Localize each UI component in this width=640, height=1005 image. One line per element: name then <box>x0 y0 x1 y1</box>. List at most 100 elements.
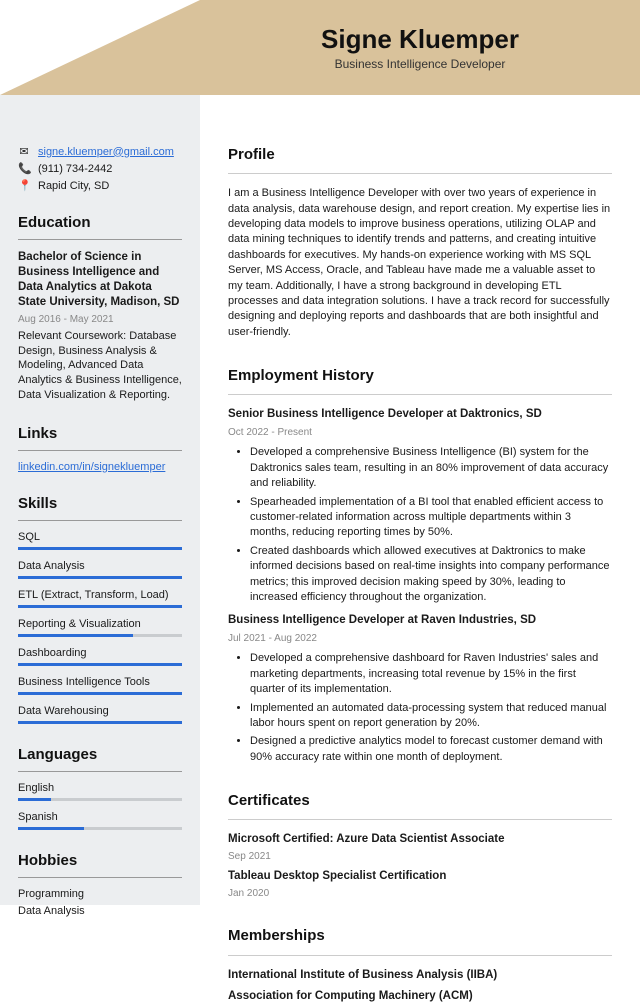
header-triangle <box>0 0 200 95</box>
divider <box>18 239 182 240</box>
phone-text: (911) 734-2442 <box>38 163 112 175</box>
certificates-section: Certificates Microsoft Certified: Azure … <box>228 791 612 900</box>
skills-list: SQL Data Analysis ETL (Extract, Transform,… <box>18 531 182 724</box>
skill-row: Data Analysis <box>18 560 182 579</box>
links-heading: Links <box>18 425 182 442</box>
skill-bar <box>18 547 182 550</box>
memberships-heading: Memberships <box>228 926 612 946</box>
job-bullet: Created dashboards which allowed executi… <box>250 544 612 606</box>
skill-fill <box>18 721 182 724</box>
skill-name: Reporting & Visualization <box>18 618 182 630</box>
job-dates: Jul 2021 - Aug 2022 <box>228 632 612 646</box>
membership-item: International Institute of Business Anal… <box>228 968 612 984</box>
hobby-item: Data Analysis <box>18 905 182 917</box>
skill-fill <box>18 827 84 830</box>
skill-fill <box>18 634 133 637</box>
divider <box>228 394 612 395</box>
skill-row: Dashboarding <box>18 647 182 666</box>
skill-bar <box>18 663 182 666</box>
sidebar: ✉ signe.kluemper@gmail.com 📞 (911) 734-2… <box>0 0 200 905</box>
skill-fill <box>18 576 182 579</box>
job-title: Senior Business Intelligence Developer a… <box>228 407 612 423</box>
job-bullet: Implemented an automated data-processing… <box>250 701 612 732</box>
skill-bar <box>18 605 182 608</box>
location-text: Rapid City, SD <box>38 180 109 192</box>
education-title: Bachelor of Science in Business Intellig… <box>18 250 182 310</box>
education-dates: Aug 2016 - May 2021 <box>18 314 182 325</box>
header: Signe Kluemper Business Intelligence Dev… <box>200 0 640 95</box>
skill-name: ETL (Extract, Transform, Load) <box>18 589 182 601</box>
links-list: linkedin.com/in/signekluemper <box>18 461 182 473</box>
members-list: International Institute of Business Anal… <box>228 968 612 1005</box>
job-bullet: Developed a comprehensive dashboard for … <box>250 651 612 697</box>
cert-title: Tableau Desktop Specialist Certification <box>228 869 612 885</box>
cert-date: Jan 2020 <box>228 887 612 901</box>
person-subtitle: Business Intelligence Developer <box>335 57 506 71</box>
languages-heading: Languages <box>18 746 182 763</box>
skill-fill <box>18 663 182 666</box>
skill-bar <box>18 634 182 637</box>
certificates-heading: Certificates <box>228 791 612 811</box>
profile-text: I am a Business Intelligence Developer w… <box>228 186 612 340</box>
divider <box>18 520 182 521</box>
skill-fill <box>18 798 51 801</box>
employment-heading: Employment History <box>228 366 612 386</box>
skill-name: Data Analysis <box>18 560 182 572</box>
employment-section: Employment History Senior Business Intel… <box>228 366 612 765</box>
job: Senior Business Intelligence Developer a… <box>228 407 612 605</box>
skills-heading: Skills <box>18 495 182 512</box>
skill-name: English <box>18 782 182 794</box>
skill-row: SQL <box>18 531 182 550</box>
person-name: Signe Kluemper <box>321 24 519 55</box>
link-item[interactable]: linkedin.com/in/signekluemper <box>18 461 165 473</box>
membership-item: Association for Computing Machinery (ACM… <box>228 989 612 1005</box>
skill-bar <box>18 827 182 830</box>
profile-heading: Profile <box>228 145 612 165</box>
education-heading: Education <box>18 214 182 231</box>
pin-icon: 📍 <box>18 179 30 192</box>
skill-name: Data Warehousing <box>18 705 182 717</box>
languages-list: English Spanish <box>18 782 182 830</box>
job-dates: Oct 2022 - Present <box>228 426 612 440</box>
hobby-item: Programming <box>18 888 182 900</box>
skill-name: Dashboarding <box>18 647 182 659</box>
education-body: Relevant Coursework: Database Design, Bu… <box>18 329 182 403</box>
phone-icon: 📞 <box>18 162 30 175</box>
divider <box>18 877 182 878</box>
skill-name: Spanish <box>18 811 182 823</box>
memberships-section: Memberships International Institute of B… <box>228 926 612 1004</box>
skill-bar <box>18 692 182 695</box>
hobbies-heading: Hobbies <box>18 852 182 869</box>
skill-name: SQL <box>18 531 182 543</box>
profile-section: Profile I am a Business Intelligence Dev… <box>228 145 612 340</box>
skill-bar <box>18 576 182 579</box>
skill-row: Data Warehousing <box>18 705 182 724</box>
contact-location: 📍 Rapid City, SD <box>18 179 182 192</box>
skill-fill <box>18 547 182 550</box>
divider <box>18 771 182 772</box>
skill-row: Reporting & Visualization <box>18 618 182 637</box>
job-bullets: Developed a comprehensive Business Intel… <box>228 445 612 605</box>
skill-row: English <box>18 782 182 801</box>
contact-phone: 📞 (911) 734-2442 <box>18 162 182 175</box>
skill-bar <box>18 798 182 801</box>
divider <box>228 173 612 174</box>
hobbies-list: Programming Data Analysis <box>18 888 182 917</box>
divider <box>228 955 612 956</box>
job: Business Intelligence Developer at Raven… <box>228 613 612 765</box>
job-bullet: Spearheaded implementation of a BI tool … <box>250 495 612 541</box>
skill-bar <box>18 721 182 724</box>
job-title: Business Intelligence Developer at Raven… <box>228 613 612 629</box>
job-bullets: Developed a comprehensive dashboard for … <box>228 651 612 765</box>
skill-row: ETL (Extract, Transform, Load) <box>18 589 182 608</box>
skill-row: Business Intelligence Tools <box>18 676 182 695</box>
divider <box>18 450 182 451</box>
envelope-icon: ✉ <box>18 145 30 158</box>
cert-date: Sep 2021 <box>228 850 612 864</box>
contact-email: ✉ signe.kluemper@gmail.com <box>18 145 182 158</box>
jobs-list: Senior Business Intelligence Developer a… <box>228 407 612 765</box>
certs-list: Microsoft Certified: Azure Data Scientis… <box>228 832 612 900</box>
email-link[interactable]: signe.kluemper@gmail.com <box>38 146 174 158</box>
skill-row: Spanish <box>18 811 182 830</box>
job-bullet: Designed a predictive analytics model to… <box>250 734 612 765</box>
